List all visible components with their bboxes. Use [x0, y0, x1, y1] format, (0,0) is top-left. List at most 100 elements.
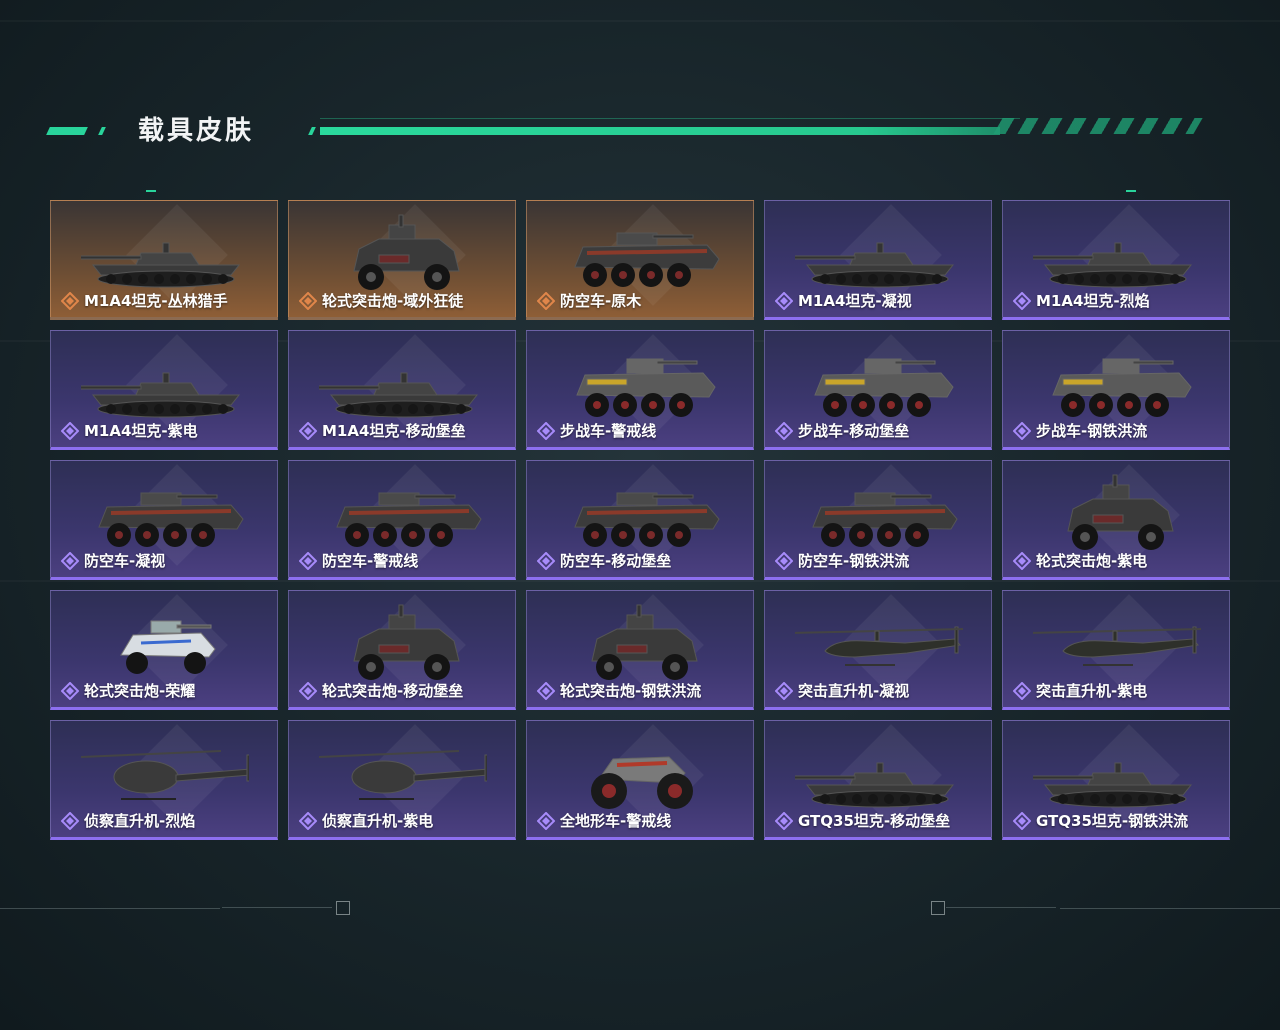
rarity-diamond-icon — [299, 811, 317, 830]
skin-label: 轮式突击炮-钢铁洪流 — [537, 680, 701, 701]
skin-card[interactable]: 侦察直升机-烈焰 — [50, 720, 278, 840]
skin-name: 防空车-原木 — [560, 292, 642, 310]
skin-name: M1A4坦克-凝视 — [798, 292, 912, 310]
skin-card[interactable]: 轮式突击炮-钢铁洪流 — [526, 590, 754, 710]
skin-card[interactable]: 步战车-移动堡垒 — [764, 330, 992, 450]
rarity-diamond-icon — [299, 681, 317, 700]
skin-label: 侦察直升机-紫电 — [299, 810, 433, 831]
skin-name: 轮式突击炮-钢铁洪流 — [560, 682, 702, 700]
vehicle-attack-heli-image — [1033, 626, 1201, 666]
skin-name: 步战车-移动堡垒 — [798, 422, 910, 440]
header-accent-dash — [308, 127, 316, 135]
skin-card[interactable]: 防空车-移动堡垒 — [526, 460, 754, 580]
skin-label: 步战车-钢铁洪流 — [1013, 420, 1147, 441]
vehicle-tank-image — [1033, 762, 1193, 808]
skin-card[interactable]: M1A4坦克-移动堡垒 — [288, 330, 516, 450]
rarity-diamond-icon — [299, 551, 317, 570]
skin-name: 防空车-凝视 — [84, 552, 166, 570]
skin-label: 轮式突击炮-移动堡垒 — [299, 680, 463, 701]
skin-label: 轮式突击炮-域外狂徒 — [299, 290, 463, 311]
bottom-deco-line — [222, 907, 332, 908]
vehicle-scout-heli-image — [319, 750, 487, 800]
skin-label: 突击直升机-紫电 — [1013, 680, 1147, 701]
skin-name: 步战车-钢铁洪流 — [1036, 422, 1148, 440]
skin-card[interactable]: M1A4坦克-紫电 — [50, 330, 278, 450]
header-accent-bar — [320, 127, 1000, 135]
skin-card[interactable]: 侦察直升机-紫电 — [288, 720, 516, 840]
skin-name: 侦察直升机-紫电 — [322, 812, 434, 830]
skin-label: 突击直升机-凝视 — [775, 680, 909, 701]
header-accent-dash — [46, 127, 88, 135]
skin-card[interactable]: 防空车-钢铁洪流 — [764, 460, 992, 580]
skin-label: 防空车-原木 — [537, 290, 641, 311]
bottom-deco-square — [336, 901, 350, 915]
skin-card[interactable]: 突击直升机-凝视 — [764, 590, 992, 710]
skin-card[interactable]: 突击直升机-紫电 — [1002, 590, 1230, 710]
skin-card[interactable]: M1A4坦克-凝视 — [764, 200, 992, 320]
corner-tick — [1126, 190, 1136, 192]
skin-card[interactable]: GTQ35坦克-钢铁洪流 — [1002, 720, 1230, 840]
skin-card[interactable]: 轮式突击炮-域外狂徒 — [288, 200, 516, 320]
vehicle-atv-image — [591, 756, 693, 809]
rarity-diamond-icon — [299, 421, 317, 440]
vehicle-apc-image — [812, 492, 958, 547]
skin-card[interactable]: 轮式突击炮-移动堡垒 — [288, 590, 516, 710]
skin-card[interactable]: 全地形车-警戒线 — [526, 720, 754, 840]
skin-card[interactable]: 步战车-钢铁洪流 — [1002, 330, 1230, 450]
vehicle-attack-heli-image — [795, 626, 963, 666]
rarity-diamond-icon — [775, 291, 793, 310]
rarity-diamond-icon — [775, 421, 793, 440]
skin-label: M1A4坦克-烈焰 — [1013, 290, 1150, 311]
skin-card[interactable]: M1A4坦克-丛林猎手 — [50, 200, 278, 320]
rarity-diamond-icon — [1013, 291, 1031, 310]
vehicle-tank-image — [319, 372, 479, 418]
vehicle-buggy-image — [120, 620, 216, 674]
skin-card[interactable]: 防空车-原木 — [526, 200, 754, 320]
skin-name: 防空车-移动堡垒 — [560, 552, 672, 570]
skin-name: 侦察直升机-烈焰 — [84, 812, 196, 830]
skin-name: M1A4坦克-烈焰 — [1036, 292, 1150, 310]
skin-label: M1A4坦克-移动堡垒 — [299, 420, 466, 441]
vehicle-ifv-image — [814, 358, 954, 417]
skin-label: 轮式突击炮-荣耀 — [61, 680, 195, 701]
skin-label: 防空车-警戒线 — [299, 550, 418, 571]
section-header: 载具皮肤 — [46, 108, 1208, 148]
skin-card[interactable]: 步战车-警戒线 — [526, 330, 754, 450]
rarity-diamond-icon — [299, 291, 317, 310]
vehicle-tank-image — [81, 242, 241, 288]
skin-card[interactable]: 轮式突击炮-荣耀 — [50, 590, 278, 710]
rarity-diamond-icon — [1013, 681, 1031, 700]
skin-card[interactable]: M1A4坦克-烈焰 — [1002, 200, 1230, 320]
rarity-diamond-icon — [1013, 811, 1031, 830]
skin-card[interactable]: 防空车-警戒线 — [288, 460, 516, 580]
vehicle-tank-image — [1033, 242, 1193, 288]
rarity-diamond-icon — [537, 291, 555, 310]
vehicle-assault-image — [1067, 474, 1174, 550]
rarity-diamond-icon — [1013, 551, 1031, 570]
rarity-diamond-icon — [537, 681, 555, 700]
skin-name: 轮式突击炮-域外狂徒 — [322, 292, 464, 310]
rarity-diamond-icon — [1013, 421, 1031, 440]
skin-label: M1A4坦克-丛林猎手 — [61, 290, 228, 311]
skin-label: 步战车-警戒线 — [537, 420, 656, 441]
vehicle-tank-image — [795, 762, 955, 808]
header-accent-dash — [98, 127, 106, 135]
corner-tick — [146, 190, 156, 192]
vehicle-assault-image — [353, 604, 460, 680]
vehicle-tank-image — [81, 372, 241, 418]
skin-name: 突击直升机-紫电 — [1036, 682, 1148, 700]
skin-card[interactable]: GTQ35坦克-移动堡垒 — [764, 720, 992, 840]
rarity-diamond-icon — [537, 421, 555, 440]
skin-name: 防空车-警戒线 — [322, 552, 419, 570]
rarity-diamond-icon — [61, 421, 79, 440]
skin-card[interactable]: 防空车-凝视 — [50, 460, 278, 580]
skin-label: GTQ35坦克-移动堡垒 — [775, 810, 950, 831]
skin-name: M1A4坦克-紫电 — [84, 422, 198, 440]
vehicle-assault-image — [591, 604, 698, 680]
skin-name: 轮式突击炮-荣耀 — [84, 682, 196, 700]
skin-label: GTQ35坦克-钢铁洪流 — [1013, 810, 1188, 831]
skin-name: M1A4坦克-丛林猎手 — [84, 292, 228, 310]
skin-name: GTQ35坦克-钢铁洪流 — [1036, 812, 1189, 830]
skin-card[interactable]: 轮式突击炮-紫电 — [1002, 460, 1230, 580]
vehicle-tank-image — [795, 242, 955, 288]
